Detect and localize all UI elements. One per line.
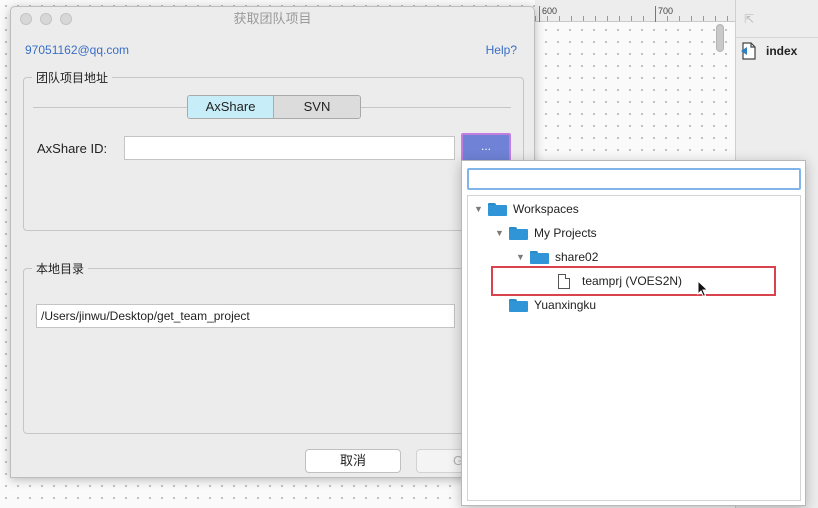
dialog-title: 获取团队项目 xyxy=(233,11,312,26)
horizontal-ruler: 600 700 xyxy=(535,0,735,22)
tree-item-yuanxingku[interactable]: Yuanxingku xyxy=(509,295,596,315)
tree-item-workspaces[interactable]: ▼ Workspaces xyxy=(474,199,579,219)
ruler-label-600: 600 xyxy=(539,6,557,22)
expand-triangle-icon[interactable]: ▼ xyxy=(516,252,530,262)
axshare-id-input[interactable] xyxy=(124,136,455,160)
get-project-button[interactable]: G xyxy=(416,449,466,473)
page-item-index[interactable]: index xyxy=(736,38,818,64)
minimize-window-button[interactable] xyxy=(40,13,52,25)
project-search-input[interactable] xyxy=(467,168,801,190)
expand-triangle-icon[interactable]: ▼ xyxy=(495,228,509,238)
folder-icon xyxy=(530,250,549,264)
help-link[interactable]: Help? xyxy=(486,43,517,57)
segment-divider-right xyxy=(359,107,511,108)
browse-projects-button[interactable]: ... xyxy=(461,133,511,163)
selection-highlight xyxy=(491,266,776,296)
tree-item-label: My Projects xyxy=(534,226,597,240)
tree-item-label: share02 xyxy=(555,250,599,264)
local-directory-group: 本地目录 xyxy=(23,260,524,434)
folder-icon xyxy=(509,298,528,312)
axshare-tab[interactable]: AxShare xyxy=(188,96,274,118)
cancel-button[interactable]: 取消 xyxy=(305,449,401,473)
collapse-arrow-icon[interactable]: ⇱ xyxy=(744,12,754,26)
mouse-cursor-icon xyxy=(697,280,709,298)
project-picker-popup: ▼ Workspaces ▼ My Projects ▼ share02 tea… xyxy=(461,160,806,506)
page-item-label: index xyxy=(766,44,798,58)
zoom-window-button[interactable] xyxy=(60,13,72,25)
ruler-label-700: 700 xyxy=(655,6,673,22)
local-directory-group-label: 本地目录 xyxy=(32,260,89,277)
get-team-project-dialog: 获取团队项目 97051162@qq.com Help? 团队项目地址 AxSh… xyxy=(10,6,535,478)
tree-item-my-projects[interactable]: ▼ My Projects xyxy=(495,223,597,243)
canvas-scrollbar[interactable] xyxy=(716,24,724,52)
source-type-segmented-control: AxShare SVN xyxy=(187,95,361,119)
tree-item-label: Yuanxingku xyxy=(534,298,597,312)
panel-header: ⇱ xyxy=(736,0,818,38)
project-tree: ▼ Workspaces ▼ My Projects ▼ share02 tea… xyxy=(467,195,801,501)
close-window-button[interactable] xyxy=(20,13,32,25)
svn-tab[interactable]: SVN xyxy=(274,96,360,118)
titlebar: 获取团队项目 xyxy=(11,7,534,31)
tree-item-label: Workspaces xyxy=(513,202,579,216)
tree-item-share02[interactable]: ▼ share02 xyxy=(516,247,598,267)
expand-triangle-icon[interactable]: ▼ xyxy=(474,204,488,214)
axshare-id-label: AxShare ID: xyxy=(37,141,108,156)
folder-icon xyxy=(509,226,528,240)
local-path-input[interactable]: /Users/jinwu/Desktop/get_team_project xyxy=(36,304,455,328)
window-controls xyxy=(20,13,72,25)
folder-icon xyxy=(488,202,507,216)
segment-divider-left xyxy=(33,107,187,108)
team-project-group-label: 团队项目地址 xyxy=(32,69,113,86)
page-icon xyxy=(740,42,758,60)
account-email: 97051162@qq.com xyxy=(25,43,130,57)
